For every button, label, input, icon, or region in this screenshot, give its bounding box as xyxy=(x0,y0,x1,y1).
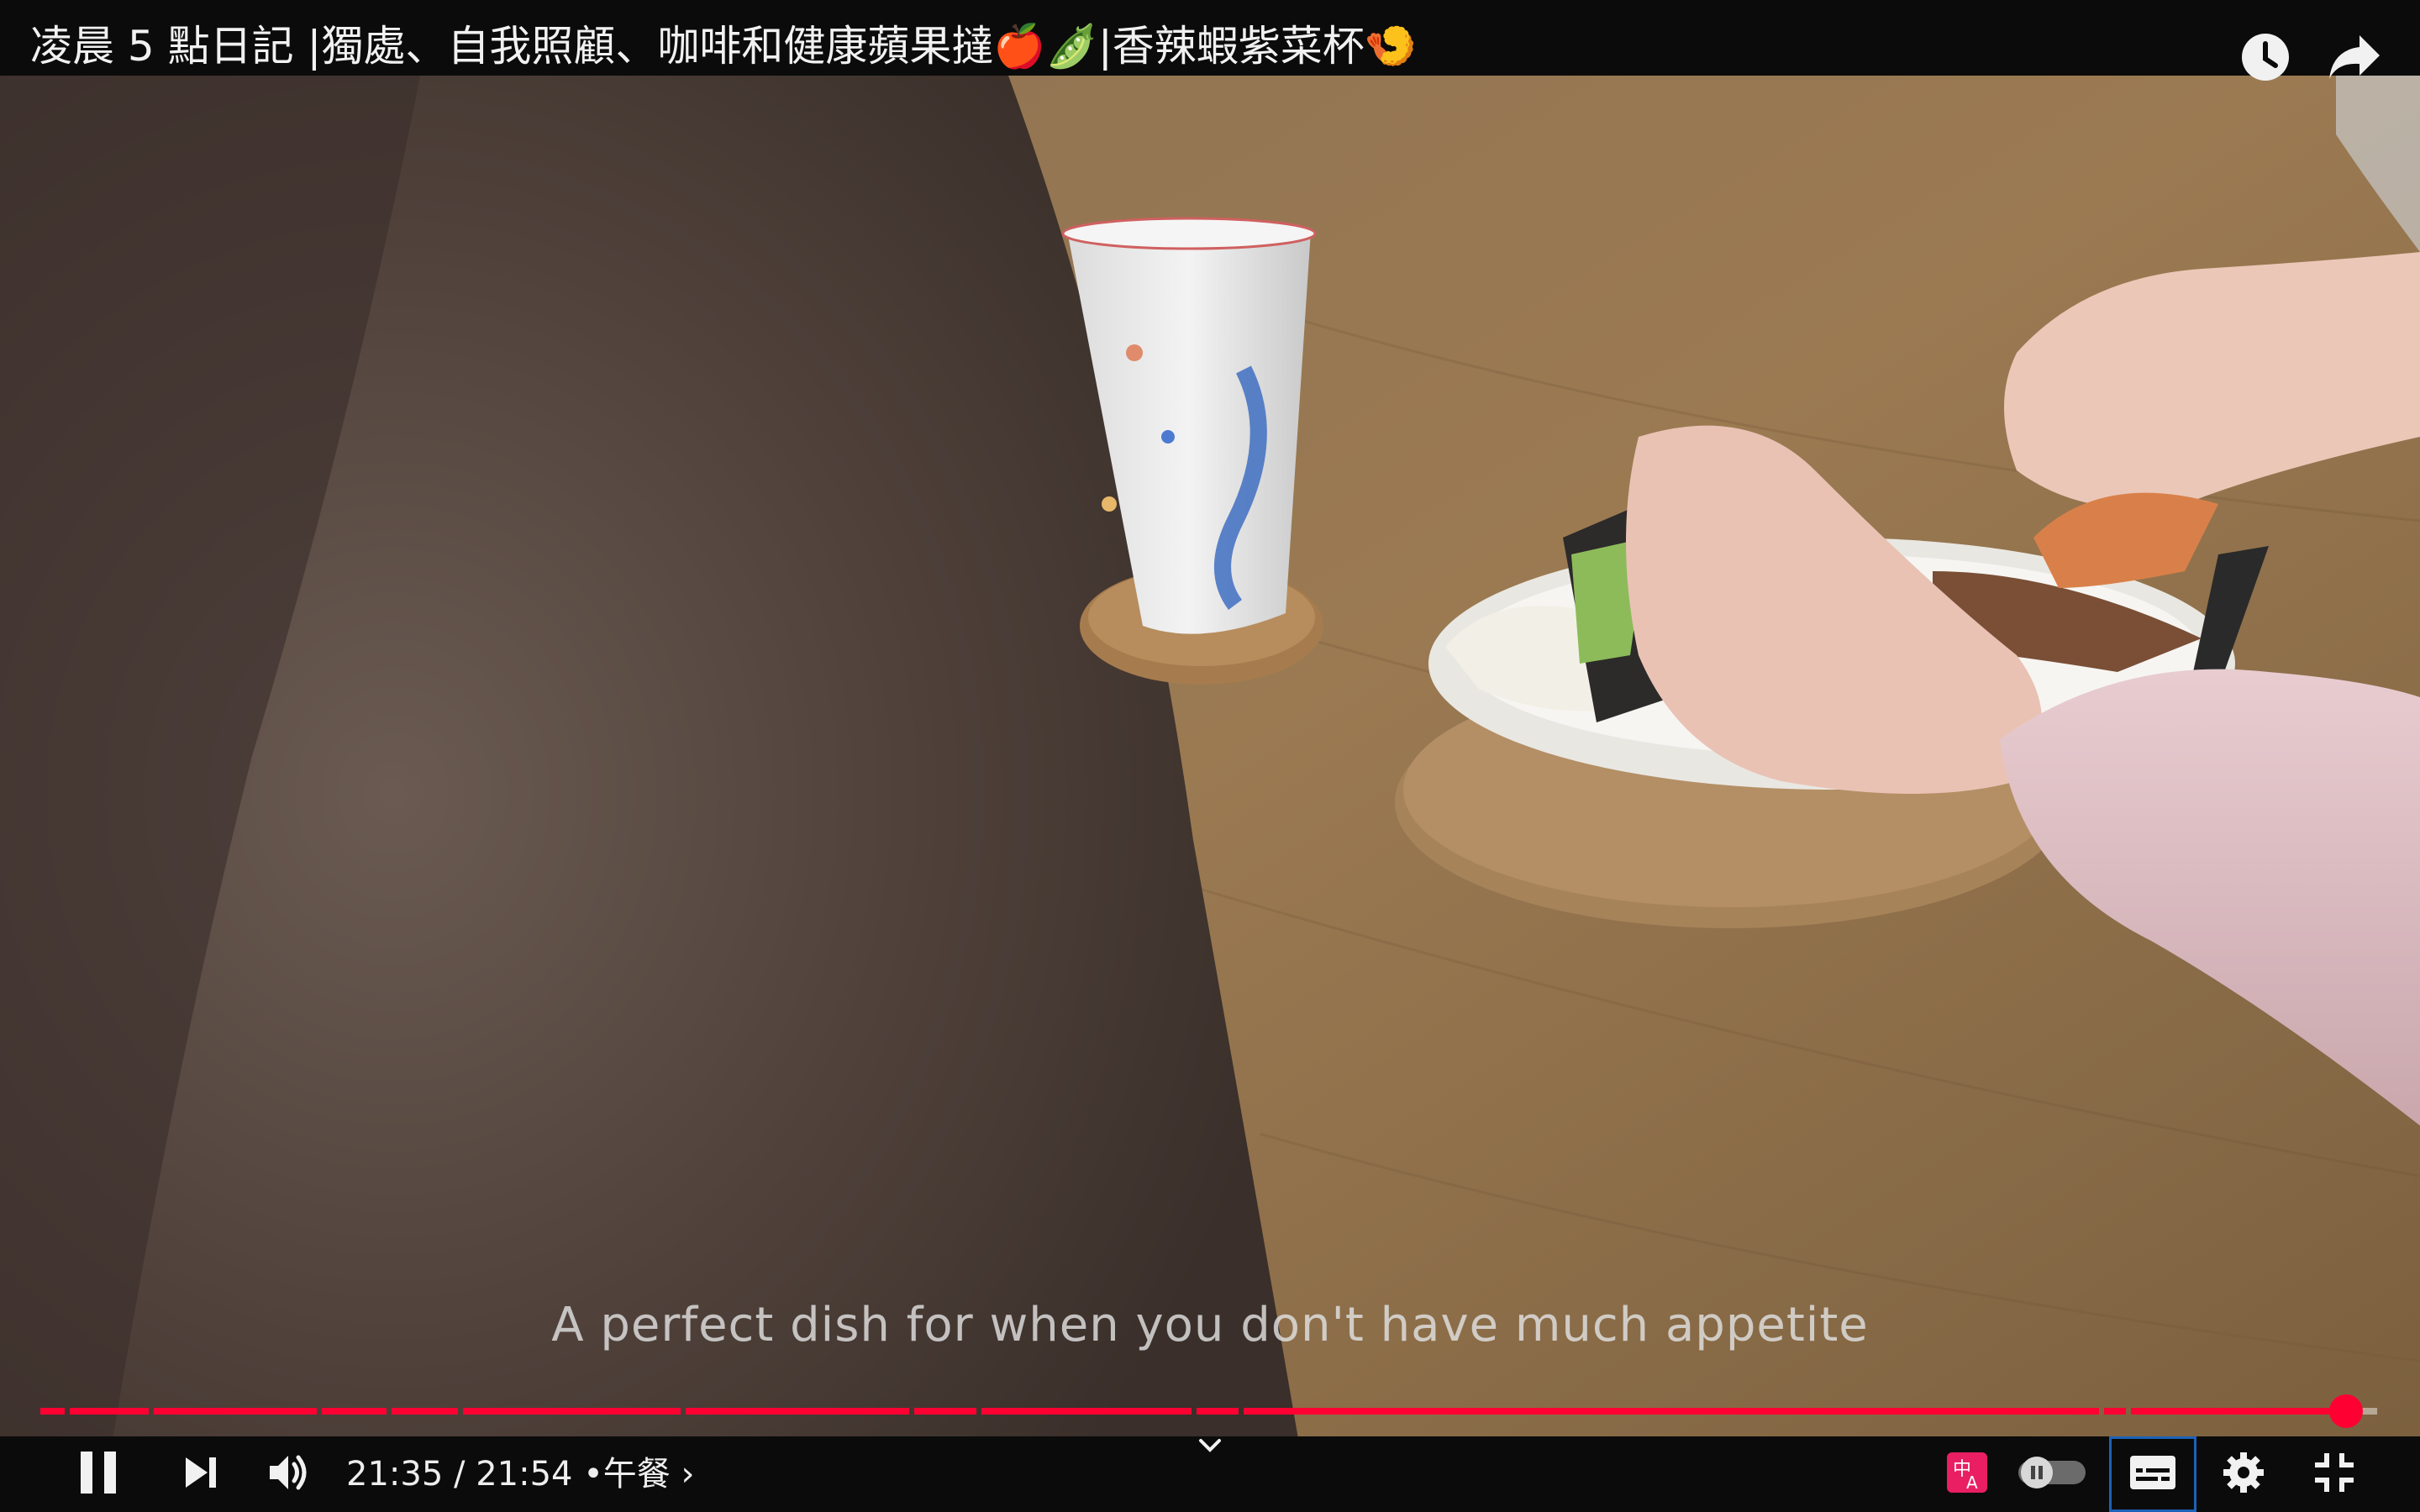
gear-icon xyxy=(2222,1451,2265,1498)
volume-button[interactable] xyxy=(252,1436,328,1512)
clock-icon xyxy=(2238,30,2292,87)
chevron-down-icon xyxy=(1197,1437,1223,1457)
video-frame[interactable] xyxy=(0,0,2420,1512)
progress-played-segment[interactable] xyxy=(392,1408,458,1415)
share-button[interactable] xyxy=(2324,29,2385,89)
exit-fullscreen-icon xyxy=(2313,1452,2355,1497)
progress-played-segment[interactable] xyxy=(153,1408,317,1415)
progress-played-segment[interactable] xyxy=(981,1408,1192,1415)
exit-fullscreen-button[interactable] xyxy=(2299,1436,2370,1512)
settings-button[interactable] xyxy=(2208,1436,2279,1512)
progress-played-segment[interactable] xyxy=(1244,1408,2100,1415)
subtitle-caption: A perfect dish for when you don't have m… xyxy=(551,1298,1869,1352)
subtitles-icon xyxy=(2129,1455,2176,1494)
watch-later-button[interactable] xyxy=(2235,29,2296,89)
progress-played-segment[interactable] xyxy=(40,1408,66,1415)
chapter-title: 午餐 xyxy=(602,1455,671,1494)
chapter-bullet: • xyxy=(583,1455,603,1494)
next-button[interactable] xyxy=(163,1436,239,1512)
auto-translate-button[interactable]: 中 A xyxy=(1941,1436,1993,1512)
svg-text:A: A xyxy=(1966,1473,1978,1493)
time-separator: / xyxy=(454,1455,466,1494)
subtitles-button[interactable] xyxy=(2109,1436,2196,1512)
chapter-chevron-icon: › xyxy=(681,1455,695,1494)
progress-played-segment[interactable] xyxy=(686,1408,910,1415)
translate-icon: 中 A xyxy=(1946,1452,1988,1497)
expand-button[interactable] xyxy=(1176,1418,1244,1477)
progress-played-segment[interactable] xyxy=(2104,1408,2126,1415)
progress-scrubber[interactable] xyxy=(2328,1394,2363,1428)
volume-icon xyxy=(266,1452,313,1497)
video-player[interactable]: 凌晨 5 點日記 |獨處、自我照顧、咖啡和健康蘋果撻🍎🫛|香辣蝦紫菜杯🍤 A p… xyxy=(0,0,2420,1512)
control-bar: 21:35 / 21:54 •午餐 › 中 A xyxy=(0,1436,2420,1512)
next-icon xyxy=(182,1454,219,1494)
progress-played-segment[interactable] xyxy=(321,1408,387,1415)
duration: 21:54 xyxy=(476,1455,573,1494)
video-title[interactable]: 凌晨 5 點日記 |獨處、自我照顧、咖啡和健康蘋果撻🍎🫛|香辣蝦紫菜杯🍤 xyxy=(30,25,1417,96)
progress-played-segment[interactable] xyxy=(2130,1408,2333,1415)
time-display: 21:35 / 21:54 •午餐 › xyxy=(346,1436,695,1512)
progress-played-segment[interactable] xyxy=(462,1408,681,1415)
progress-bar[interactable] xyxy=(40,1394,2380,1428)
top-bar: 凌晨 5 點日記 |獨處、自我照顧、咖啡和健康蘋果撻🍎🫛|香辣蝦紫菜杯🍤 xyxy=(0,0,2420,81)
current-time: 21:35 xyxy=(346,1455,444,1494)
autoplay-toggle-icon xyxy=(2017,1456,2087,1493)
pause-icon xyxy=(79,1450,118,1499)
share-arrow-icon xyxy=(2326,32,2383,86)
chapter-button[interactable]: 午餐 › xyxy=(603,1455,695,1494)
autoplay-toggle[interactable] xyxy=(2013,1436,2091,1512)
progress-played-segment[interactable] xyxy=(1197,1408,1239,1415)
progress-played-segment[interactable] xyxy=(914,1408,977,1415)
pause-button[interactable] xyxy=(60,1436,136,1512)
progress-played-segment[interactable] xyxy=(70,1408,149,1415)
